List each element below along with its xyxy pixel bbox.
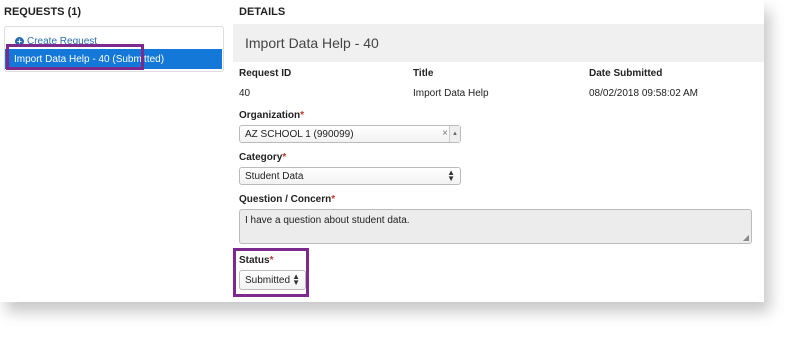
status-label: Status* bbox=[239, 255, 274, 266]
date-submitted-label: Date Submitted bbox=[589, 68, 663, 79]
details-title-bar: Import Data Help - 40 bbox=[233, 24, 764, 62]
chevron-updown-icon: ▲ ▼ bbox=[447, 168, 455, 183]
organization-value: AZ SCHOOL 1 (990099) bbox=[245, 128, 354, 140]
resize-handle-icon[interactable]: ◢ bbox=[743, 233, 749, 242]
details-title: Import Data Help - 40 bbox=[245, 35, 379, 51]
question-value: I have a question about student data. bbox=[245, 215, 410, 226]
details-header: DETAILS bbox=[239, 6, 286, 18]
question-textarea[interactable]: I have a question about student data. ◢ bbox=[239, 209, 752, 244]
status-value: Submitted bbox=[245, 274, 291, 286]
chevron-updown-icon: ▲ ▼ bbox=[292, 272, 300, 287]
clear-x-icon[interactable]: × bbox=[442, 128, 448, 139]
category-label: Category* bbox=[239, 152, 287, 163]
create-request-label: Create Request bbox=[27, 36, 98, 47]
plus-circle-icon: + bbox=[15, 37, 24, 46]
question-label: Question / Concern* bbox=[239, 194, 336, 205]
organization-label: Organization* bbox=[239, 110, 305, 121]
request-id-value: 40 bbox=[239, 88, 251, 99]
title-value: Import Data Help bbox=[413, 88, 489, 99]
request-id-label: Request ID bbox=[239, 68, 292, 79]
date-submitted-value: 08/02/2018 09:58:02 AM bbox=[589, 88, 698, 99]
category-value: Student Data bbox=[245, 170, 304, 182]
chevron-updown-icon[interactable]: ▲ bbox=[449, 126, 460, 142]
requests-header: REQUESTS (1) bbox=[4, 6, 82, 18]
title-label: Title bbox=[413, 68, 434, 79]
status-select[interactable]: Submitted ▲ ▼ bbox=[239, 270, 306, 290]
request-list-item[interactable]: Import Data Help - 40 (Submitted) bbox=[5, 49, 222, 69]
create-request-link[interactable]: + Create Request bbox=[15, 36, 97, 47]
organization-select[interactable]: AZ SCHOOL 1 (990099) × ▲ bbox=[239, 125, 461, 143]
category-select[interactable]: Student Data ▲ ▼ bbox=[239, 167, 461, 185]
